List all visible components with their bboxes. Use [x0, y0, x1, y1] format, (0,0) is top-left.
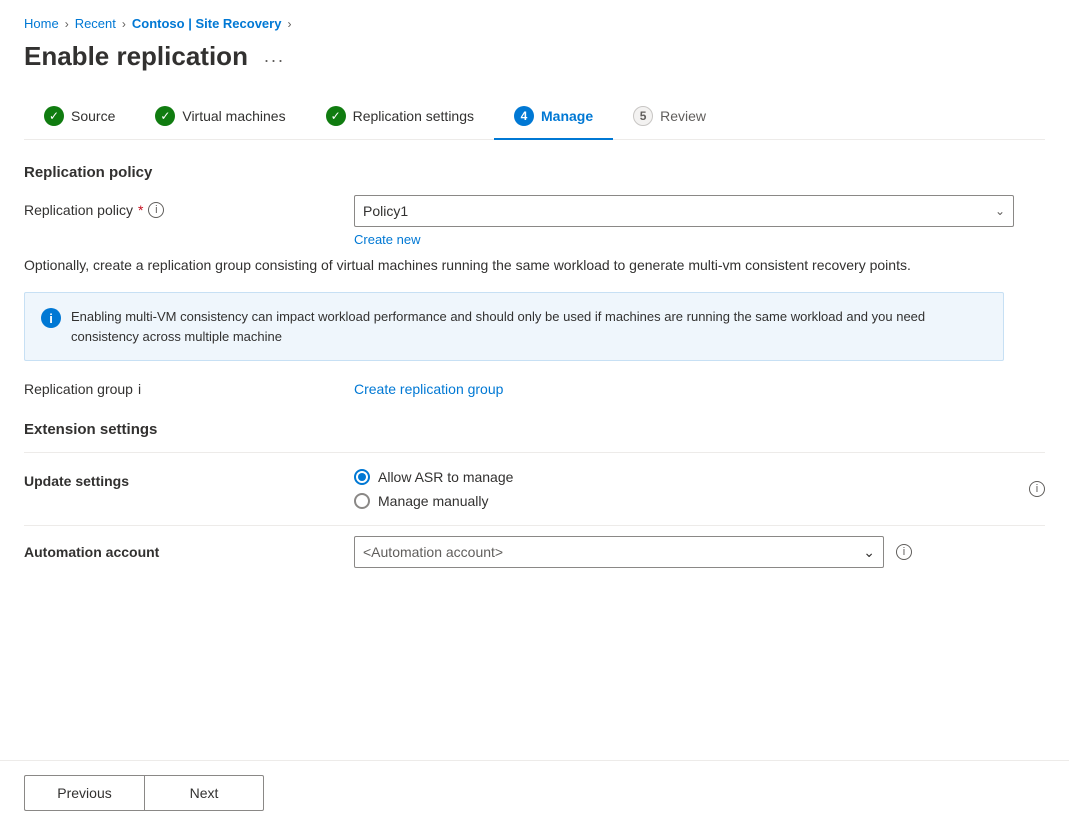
update-settings-radio-group: Allow ASR to manage Manage manually: [354, 469, 1029, 509]
breadcrumb-sep3: ›: [287, 17, 291, 31]
replication-policy-row: Replication policy * i Policy1 ⌄ Create …: [24, 195, 1045, 247]
required-marker: *: [138, 202, 143, 218]
replication-group-label: Replication group i: [24, 381, 354, 397]
step-review[interactable]: 5 Review: [613, 96, 726, 140]
radio-manage-manually[interactable]: Manage manually: [354, 493, 1029, 509]
replication-group-info-icon[interactable]: i: [138, 381, 141, 397]
step-manage[interactable]: 4 Manage: [494, 96, 613, 140]
automation-account-info-icon[interactable]: i: [896, 544, 912, 560]
step-virtual-machines[interactable]: ✓ Virtual machines: [135, 96, 305, 140]
update-settings-row: Update settings Allow ASR to manage Mana…: [24, 469, 1045, 509]
step-num-review: 5: [633, 106, 653, 126]
radio-circle-asr: [354, 469, 370, 485]
automation-account-placeholder: <Automation account>: [363, 544, 503, 560]
optional-info-text: Optionally, create a replication group c…: [24, 255, 1004, 276]
breadcrumb: Home › Recent › Contoso | Site Recovery …: [24, 16, 1045, 31]
info-box: i Enabling multi-VM consistency can impa…: [24, 292, 1004, 361]
step-check-icon-source: ✓: [44, 106, 64, 126]
update-settings-label: Update settings: [24, 469, 354, 489]
update-settings-info-icon[interactable]: i: [1029, 481, 1045, 497]
steps-bar: ✓ Source ✓ Virtual machines ✓ Replicatio…: [24, 96, 1045, 140]
extension-settings-divider: [24, 452, 1045, 453]
extension-settings-title: Extension settings: [24, 421, 1045, 438]
automation-account-dropdown[interactable]: <Automation account> ⌄: [354, 536, 884, 568]
step-check-icon-rep: ✓: [326, 106, 346, 126]
breadcrumb-home[interactable]: Home: [24, 16, 59, 31]
step-label-review: Review: [660, 108, 706, 124]
breadcrumb-sep2: ›: [122, 17, 126, 31]
radio-circle-manual: [354, 493, 370, 509]
create-new-link[interactable]: Create new: [354, 232, 420, 247]
step-label-vm: Virtual machines: [182, 108, 285, 124]
create-replication-group-link[interactable]: Create replication group: [354, 381, 503, 397]
update-settings-control: Allow ASR to manage Manage manually: [354, 469, 1029, 509]
replication-policy-value: Policy1: [363, 203, 408, 219]
automation-account-label: Automation account: [24, 544, 354, 560]
page-title: Enable replication: [24, 41, 248, 72]
previous-button[interactable]: Previous: [24, 775, 144, 811]
step-source[interactable]: ✓ Source: [24, 96, 135, 140]
breadcrumb-sep1: ›: [65, 17, 69, 31]
info-box-icon: i: [41, 308, 61, 328]
radio-allow-asr[interactable]: Allow ASR to manage: [354, 469, 1029, 485]
replication-policy-info-icon[interactable]: i: [148, 202, 164, 218]
step-num-manage: 4: [514, 106, 534, 126]
breadcrumb-recent[interactable]: Recent: [75, 16, 116, 31]
ellipsis-menu-button[interactable]: ...: [258, 44, 291, 69]
replication-policy-dropdown[interactable]: Policy1 ⌄: [354, 195, 1014, 227]
replication-policy-label: Replication policy * i: [24, 195, 354, 218]
automation-account-row: Automation account <Automation account> …: [24, 525, 1045, 568]
breadcrumb-current: Contoso | Site Recovery: [132, 16, 282, 31]
step-replication-settings[interactable]: ✓ Replication settings: [306, 96, 494, 140]
next-button[interactable]: Next: [144, 775, 264, 811]
replication-policy-control: Policy1 ⌄ Create new: [354, 195, 1045, 247]
step-label-manage: Manage: [541, 108, 593, 124]
step-check-icon-vm: ✓: [155, 106, 175, 126]
replication-policy-title: Replication policy: [24, 164, 1045, 181]
chevron-down-icon: ⌄: [995, 204, 1005, 218]
step-label-rep: Replication settings: [353, 108, 474, 124]
info-box-text: Enabling multi-VM consistency can impact…: [71, 307, 987, 346]
replication-group-row: Replication group i Create replication g…: [24, 381, 1045, 397]
footer: Previous Next: [0, 760, 1069, 825]
chevron-down-icon-automation: ⌄: [863, 544, 875, 561]
step-label-source: Source: [71, 108, 115, 124]
radio-label-asr: Allow ASR to manage: [378, 469, 513, 485]
radio-label-manual: Manage manually: [378, 493, 489, 509]
